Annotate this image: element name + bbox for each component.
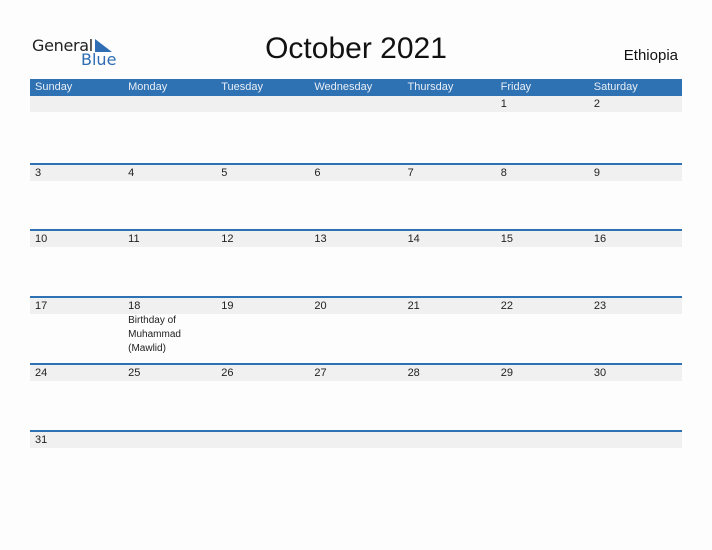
day-cell-19: 19 bbox=[216, 298, 309, 364]
day-number: 24 bbox=[35, 367, 48, 379]
day-cell-22: 22 bbox=[496, 298, 589, 364]
day-number: 28 bbox=[407, 367, 420, 379]
day-number: 10 bbox=[35, 233, 48, 245]
day-cell-15: 15 bbox=[496, 231, 589, 297]
weekday-wednesday: Wednesday bbox=[314, 81, 373, 93]
country-label: Ethiopia bbox=[623, 47, 678, 64]
day-number: 7 bbox=[407, 167, 414, 179]
weekday-tuesday: Tuesday bbox=[221, 81, 264, 93]
day-cell-9: 9 bbox=[589, 165, 682, 231]
empty-day-cell bbox=[403, 432, 496, 498]
weekday-monday: Monday bbox=[128, 81, 168, 93]
day-cell-13: 13 bbox=[309, 231, 402, 297]
day-number: 17 bbox=[35, 300, 48, 312]
day-cell-21: 21 bbox=[403, 298, 496, 364]
day-number: 15 bbox=[500, 233, 513, 245]
day-cell-20: 20 bbox=[309, 298, 402, 364]
day-cell-17: 17 bbox=[30, 298, 123, 364]
empty-day-cell bbox=[123, 432, 216, 498]
day-number: 23 bbox=[593, 300, 607, 312]
day-cell-29: 29 bbox=[496, 365, 589, 431]
day-number: 3 bbox=[35, 167, 42, 179]
day-cell-27: 27 bbox=[309, 365, 402, 431]
week-row: 31 bbox=[30, 430, 682, 498]
day-cell-8: 8 bbox=[496, 165, 589, 231]
holiday-event: Birthday of Muhammad (Mawlid) bbox=[128, 315, 181, 354]
day-cell-26: 26 bbox=[216, 365, 309, 431]
day-number: 2 bbox=[593, 98, 600, 110]
weekday-sunday: Sunday bbox=[35, 81, 73, 93]
day-number: 30 bbox=[593, 367, 607, 379]
day-cell-28: 28 bbox=[403, 365, 496, 431]
day-cell-25: 25 bbox=[123, 365, 216, 431]
week-row: 24 25 26 27 28 29 30 bbox=[30, 363, 682, 431]
empty-day-cell bbox=[309, 96, 402, 162]
day-number: 9 bbox=[593, 167, 600, 179]
day-cell-14: 14 bbox=[403, 231, 496, 297]
week-row: 12 bbox=[30, 96, 682, 162]
empty-day-cell bbox=[403, 96, 496, 162]
day-cell-6: 6 bbox=[309, 165, 402, 231]
day-cell-16: 16 bbox=[589, 231, 682, 297]
week-row: 3 4 5 6 7 8 9 bbox=[30, 163, 682, 231]
weekday-friday: Friday bbox=[500, 81, 532, 93]
day-number: 4 bbox=[128, 167, 135, 179]
day-cell-23: 23 bbox=[589, 298, 682, 364]
day-number: 14 bbox=[407, 233, 420, 245]
day-cell-30: 30 bbox=[589, 365, 682, 431]
empty-day-cell bbox=[309, 432, 402, 498]
calendar-title: October 2021 bbox=[265, 32, 447, 65]
day-number: 20 bbox=[314, 300, 327, 312]
day-number: 19 bbox=[221, 300, 234, 312]
day-cell-31: 31 bbox=[30, 432, 123, 498]
weekday-header: Sunday Monday Tuesday Wednesday Thursday Frid… bbox=[30, 79, 682, 96]
day-cell-1: 1 bbox=[496, 96, 589, 162]
day-number: 12 bbox=[221, 233, 234, 245]
day-number: 21 bbox=[407, 300, 420, 312]
empty-day-cell bbox=[216, 432, 309, 498]
day-cell-3: 3 bbox=[30, 165, 123, 231]
day-number: 11 bbox=[128, 233, 140, 245]
day-cell-11: 11 bbox=[123, 231, 216, 297]
empty-day-cell bbox=[496, 432, 589, 498]
day-number: 8 bbox=[500, 167, 507, 179]
day-cell-7: 7 bbox=[403, 165, 496, 231]
day-cell-12: 12 bbox=[216, 231, 309, 297]
day-cell-4: 4 bbox=[123, 165, 216, 231]
day-cell-18: 18 Birthday of Muhammad (Mawlid) bbox=[123, 298, 216, 364]
day-number: 1 bbox=[500, 98, 507, 110]
day-number: 25 bbox=[128, 367, 141, 379]
day-cell-24: 24 bbox=[30, 365, 123, 431]
week-row: 10 11 12 13 14 15 16 bbox=[30, 229, 682, 297]
day-cell-5: 5 bbox=[216, 165, 309, 231]
empty-day-cell bbox=[589, 432, 682, 498]
week-row: 17 18 Birthday of Muhammad (Mawlid) 19 20 21 2… bbox=[30, 296, 682, 364]
day-number: 18 bbox=[128, 300, 141, 312]
empty-day-cell bbox=[123, 96, 216, 162]
day-number: 22 bbox=[500, 300, 513, 312]
day-number: 29 bbox=[500, 367, 513, 379]
day-cell-10: 10 bbox=[30, 231, 123, 297]
day-number: 6 bbox=[314, 167, 321, 179]
day-number: 13 bbox=[314, 233, 327, 245]
day-number: 26 bbox=[221, 367, 234, 379]
empty-day-cell bbox=[30, 96, 123, 162]
day-cell-2: 2 bbox=[589, 96, 682, 162]
day-number: 27 bbox=[314, 367, 327, 379]
empty-day-cell bbox=[216, 96, 309, 162]
weekday-thursday: Thursday bbox=[407, 81, 454, 93]
day-number: 31 bbox=[35, 434, 48, 446]
day-number: 5 bbox=[221, 167, 228, 179]
weekday-saturday: Saturday bbox=[593, 81, 638, 93]
day-number: 16 bbox=[593, 233, 607, 245]
